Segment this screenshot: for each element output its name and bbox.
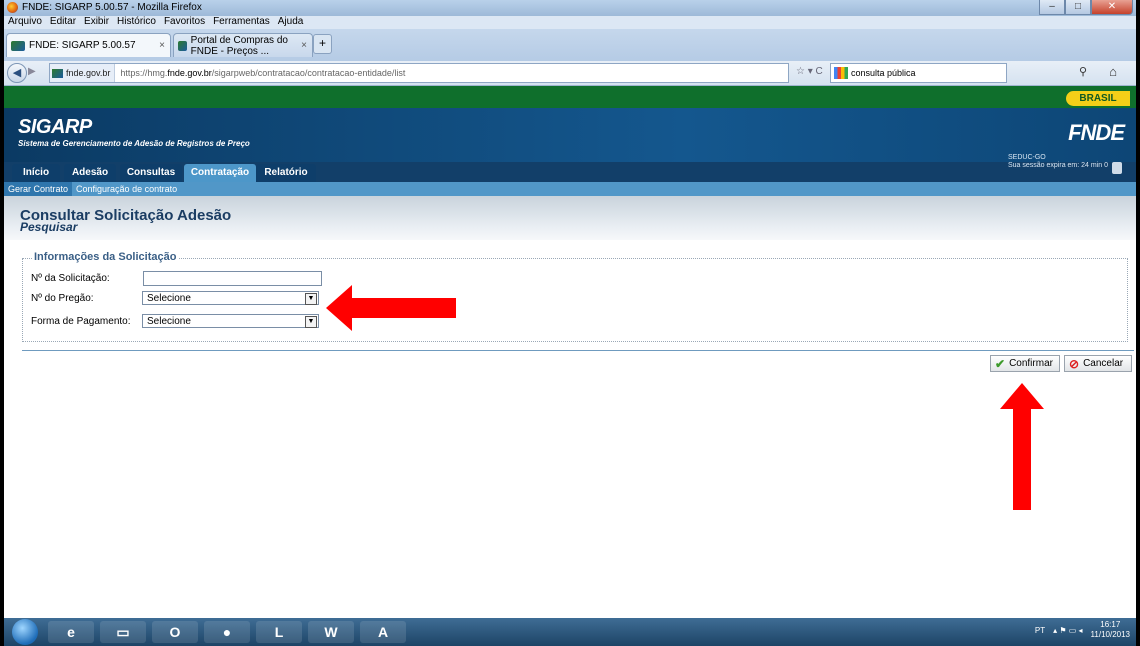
chevron-down-icon[interactable]: ▼ [305,316,317,328]
user-name: SEDUC-GO [1008,154,1046,161]
back-button[interactable]: ◀ [7,63,27,83]
window-title: FNDE: SIGARP 5.00.57 - Mozilla Firefox [22,2,202,13]
site-favicon-icon [11,40,25,51]
government-bar: BRASIL [4,86,1136,108]
pregao-label: Nº do Pregão: [31,293,94,304]
menu-arquivo[interactable]: Arquivo [4,16,46,29]
confirm-label: Confirmar [1009,358,1053,369]
firefox-icon[interactable]: ● [204,621,250,643]
window-titlebar: FNDE: SIGARP 5.00.57 - Mozilla Firefox –… [4,0,1136,16]
cancel-label: Cancelar [1083,358,1124,369]
tab-label: FNDE: SIGARP 5.00.57 [29,40,136,51]
outlook-icon[interactable]: O [152,621,198,643]
submenu-configuracao-contrato[interactable]: Configuração de contrato [72,182,181,196]
window-controls: – □ ✕ [1039,0,1133,15]
site-favicon-icon [52,68,63,78]
home-icon[interactable]: ⌂ [1101,63,1125,81]
new-tab-button[interactable]: + [313,34,332,54]
search-icon[interactable]: ⚲ [1079,65,1087,78]
page-subtitle: Pesquisar [20,220,78,234]
tab-contratacao[interactable]: Contratação [184,164,256,182]
cancel-icon: ⊘ [1069,356,1080,371]
tab-bar: FNDE: SIGARP 5.00.57 × Portal de Compras… [4,29,1136,61]
lync-icon[interactable]: L [256,621,302,643]
solicitacao-input[interactable] [143,271,322,286]
ie-icon[interactable]: e [48,621,94,643]
windows-taskbar: e ▭ O ● L W A PT ▴ ⚑ ▭ ◂ 16:17 11/10/201… [4,618,1136,646]
submenu-gerar-contrato[interactable]: Gerar Contrato [4,182,73,196]
forma-pagamento-select[interactable]: Selecione ▼ [142,314,319,328]
tab-relatorio[interactable]: Relatório [256,164,316,182]
clock[interactable]: 16:17 11/10/2013 [1091,620,1130,640]
logout-icon[interactable] [1112,162,1122,174]
site-favicon-icon [178,40,187,51]
bookmark-reload-icons[interactable]: ☆ ▾ C [796,66,823,77]
start-button[interactable] [12,619,38,645]
annotation-arrow-left [326,285,456,331]
tray-icons[interactable]: ▴ ⚑ ▭ ◂ [1053,626,1082,635]
close-window-button[interactable]: ✕ [1091,0,1133,15]
forma-pagamento-select-value: Selecione [147,316,191,327]
url-text: https://hmg.fnde.gov.br/sigarpweb/contra… [120,68,406,78]
explorer-icon[interactable]: ▭ [100,621,146,643]
menu-bar: Arquivo Editar Exibir Histórico Favorito… [4,16,1136,29]
system-tray: PT ▴ ⚑ ▭ ◂ 16:17 11/10/2013 [1035,620,1130,640]
app-header: SIGARP Sistema de Gerenciamento de Adesã… [4,108,1136,162]
tab-consultas[interactable]: Consultas [120,164,182,182]
module-tabs: Início Adesão Consultas Contratação Rela… [4,162,1136,182]
app-logo: SIGARP [18,116,92,138]
tab-inicio[interactable]: Início [12,164,60,182]
menu-ferramentas[interactable]: Ferramentas [209,16,274,29]
fnde-logo: FNDE [1068,120,1125,145]
confirm-button[interactable]: ✔ Confirmar [990,355,1060,372]
navigation-bar: ◀ ▶ fnde.gov.br https://hmg.fnde.gov.br/… [4,61,1136,86]
chevron-down-icon[interactable]: ▼ [305,293,317,305]
pregao-select[interactable]: Selecione ▼ [142,291,319,305]
browser-window: FNDE: SIGARP 5.00.57 - Mozilla Firefox –… [4,0,1136,646]
checkmark-icon: ✔ [995,356,1006,371]
sub-menu: Gerar Contrato Configuração de contrato [4,182,1136,196]
annotation-arrow-up [1000,383,1044,510]
language-indicator[interactable]: PT [1035,626,1045,635]
form-legend: Informações da Solicitação [32,251,179,263]
google-icon [834,67,848,79]
user-info: SEDUC-GO Sua sessão expira em: 24 min 0 [1008,154,1108,170]
tab-close-icon[interactable]: × [301,40,307,51]
menu-historico[interactable]: Histórico [113,16,160,29]
form-divider [22,350,1134,351]
word-icon[interactable]: W [308,621,354,643]
brasil-link[interactable]: BRASIL [1066,91,1130,106]
acrobat-icon[interactable]: A [360,621,406,643]
session-timer: Sua sessão expira em: 24 min 0 [1008,162,1108,169]
minimize-button[interactable]: – [1039,0,1065,15]
forma-pagamento-label: Forma de Pagamento: [31,316,131,327]
menu-exibir[interactable]: Exibir [80,16,113,29]
pregao-select-value: Selecione [147,293,191,304]
firefox-icon [7,2,18,13]
maximize-button[interactable]: □ [1065,0,1091,15]
tab-close-icon[interactable]: × [159,40,165,51]
cancel-button[interactable]: ⊘ Cancelar [1064,355,1132,372]
solicitacao-label: Nº da Solicitação: [31,273,110,284]
menu-editar[interactable]: Editar [46,16,80,29]
tab-label: Portal de Compras do FNDE - Preços ... [190,34,288,57]
address-bar[interactable]: fnde.gov.br https://hmg.fnde.gov.br/siga… [49,63,789,83]
browser-tab-sigarp[interactable]: FNDE: SIGARP 5.00.57 × [6,33,171,57]
forward-button[interactable]: ▶ [28,65,44,79]
browser-tab-portal[interactable]: Portal de Compras do FNDE - Preços ... × [173,33,313,57]
menu-ajuda[interactable]: Ajuda [274,16,308,29]
app-subtitle: Sistema de Gerenciamento de Adesão de Re… [18,139,250,148]
menu-favoritos[interactable]: Favoritos [160,16,209,29]
tab-adesao[interactable]: Adesão [64,164,116,182]
search-input[interactable]: consulta pública [830,63,1007,83]
site-identity[interactable]: fnde.gov.br [50,64,116,82]
